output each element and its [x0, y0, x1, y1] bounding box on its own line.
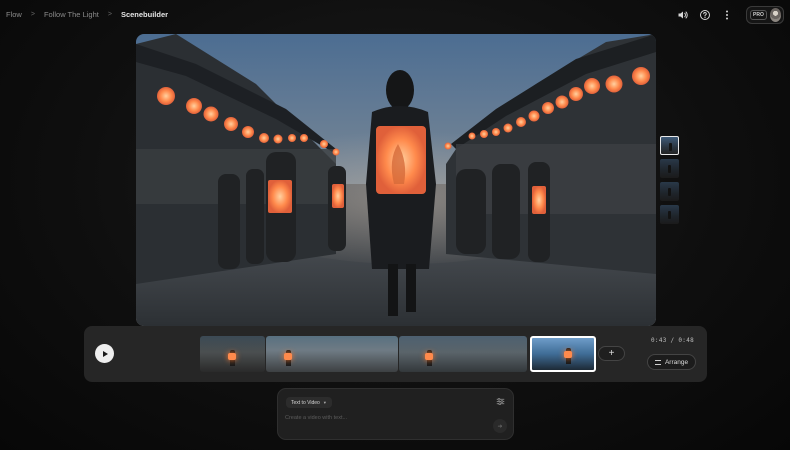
- scene-preview[interactable]: [136, 34, 656, 326]
- arrow-right-icon: ➜: [497, 423, 503, 430]
- sliders-icon[interactable]: [496, 397, 505, 406]
- volume-icon: [678, 11, 688, 19]
- timeline-clip-selected[interactable]: [530, 336, 596, 372]
- shot-thumbnail[interactable]: [660, 159, 679, 178]
- avatar: [769, 8, 781, 22]
- shot-thumbnail[interactable]: [660, 205, 679, 224]
- breadcrumb-separator: >: [30, 11, 35, 18]
- clip-lantern: [284, 353, 292, 360]
- clip-lantern: [425, 353, 433, 360]
- clip-lantern: [228, 353, 236, 360]
- more-vert-icon: [726, 10, 728, 20]
- timeline-clip[interactable]: [399, 336, 527, 372]
- more-options-button[interactable]: [718, 6, 736, 24]
- breadcrumb-project[interactable]: Follow The Light: [44, 10, 99, 19]
- help-button[interactable]: [696, 6, 714, 24]
- breadcrumb-current-page: Scenebuilder: [120, 10, 169, 19]
- clip-lantern: [564, 351, 572, 358]
- prompt-box: Text to Video ▼ ➜: [277, 388, 514, 440]
- timeline-clip[interactable]: [200, 336, 265, 372]
- breadcrumb: Flow > Follow The Light > Scenebuilder: [6, 10, 168, 19]
- scene-image: [136, 34, 656, 326]
- plan-badge: PRO: [750, 10, 767, 20]
- help-icon: [700, 10, 710, 20]
- play-button[interactable]: [95, 344, 114, 363]
- shot-thumbnail[interactable]: [660, 182, 679, 201]
- shot-strip: [660, 136, 679, 228]
- mode-dropdown[interactable]: Text to Video ▼: [286, 397, 332, 408]
- send-button[interactable]: ➜: [493, 419, 507, 433]
- arrange-button[interactable]: Arrange: [647, 354, 696, 370]
- chevron-down-icon: ▼: [322, 400, 327, 405]
- shot-thumbnail[interactable]: [660, 136, 679, 155]
- mode-label: Text to Video: [291, 399, 320, 406]
- breadcrumb-flow[interactable]: Flow: [6, 10, 22, 19]
- arrange-icon: [654, 359, 661, 365]
- account-chip[interactable]: PRO: [746, 6, 784, 24]
- timeline-clip[interactable]: [266, 336, 398, 372]
- top-actions: PRO: [670, 6, 784, 24]
- prompt-input[interactable]: [285, 413, 485, 423]
- clip-track: [200, 336, 597, 372]
- timeline-panel: + 0:43 / 0:48 Arrange: [84, 326, 707, 382]
- breadcrumb-separator: >: [107, 11, 112, 18]
- arrange-label: Arrange: [664, 358, 689, 366]
- volume-button[interactable]: [674, 6, 692, 24]
- top-bar: Flow > Follow The Light > Scenebuilder P: [0, 0, 790, 30]
- timecode: 0:43 / 0:48: [651, 337, 695, 344]
- add-clip-button[interactable]: +: [598, 346, 625, 361]
